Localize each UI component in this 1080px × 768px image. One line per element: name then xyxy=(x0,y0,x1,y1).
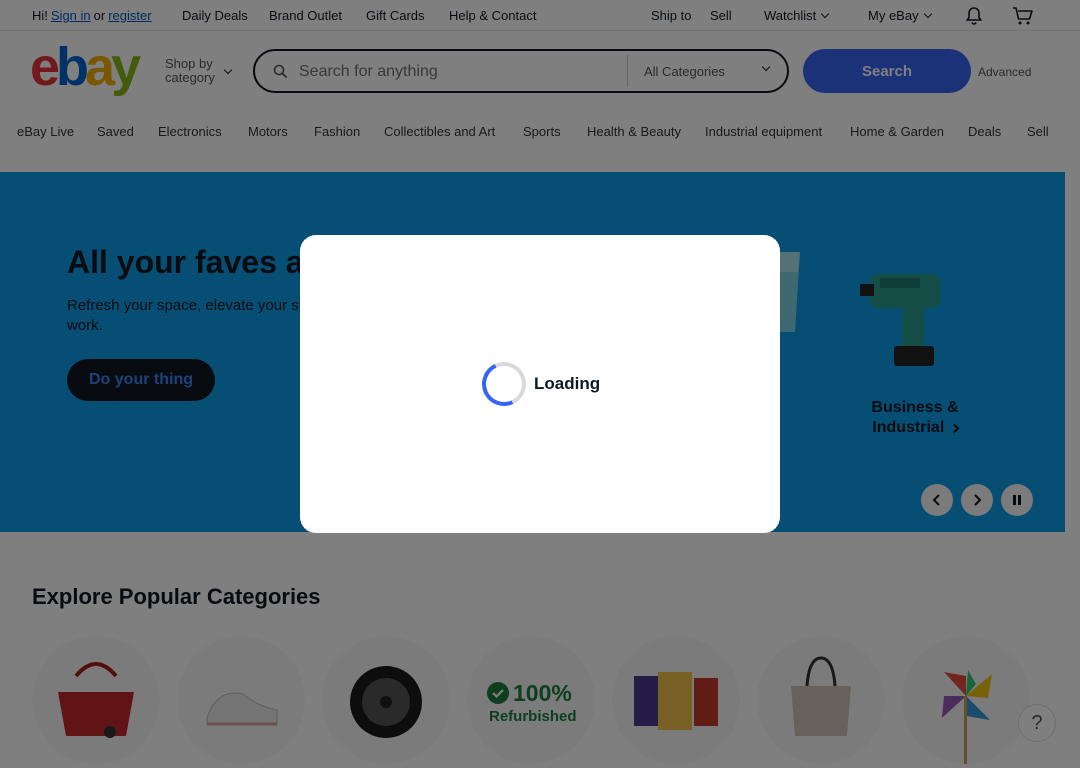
loading-spinner-icon xyxy=(475,355,533,413)
loading-text: Loading xyxy=(534,374,601,393)
loading-dialog: Loading xyxy=(300,235,780,533)
